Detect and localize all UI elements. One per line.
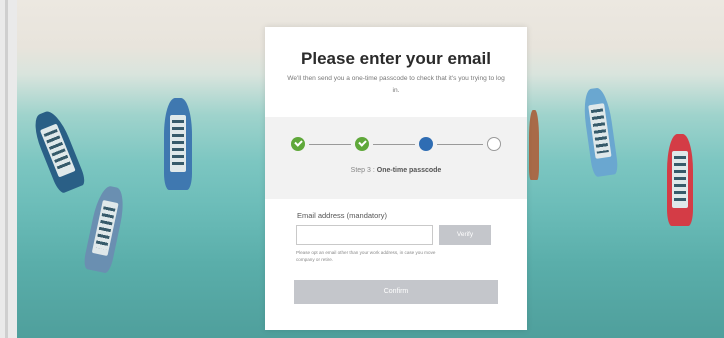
page-subtitle: We'll then send you a one-time passcode … (287, 75, 505, 94)
step-1-check-icon (291, 137, 305, 151)
current-step-name: One-time passcode (376, 167, 442, 174)
boat-image (581, 86, 619, 178)
step-4-empty-circle-icon (487, 137, 501, 151)
window-edge (0, 0, 17, 338)
boat-image (529, 110, 539, 180)
confirm-button[interactable]: Confirm (294, 280, 498, 304)
step-connector (437, 144, 483, 145)
step-2-check-icon (355, 137, 369, 151)
step-caption: Step 3 : One-time passcode (350, 167, 442, 174)
step-connector (309, 144, 351, 145)
progress-stepper: Step 3 : One-time passcode (265, 117, 527, 199)
scrollbar-track[interactable] (5, 0, 8, 338)
boat-image (667, 134, 693, 226)
email-label: Email address (mandatory) (297, 211, 388, 220)
boat-image (82, 184, 128, 274)
boat-image (164, 98, 192, 190)
step-connector (373, 144, 415, 145)
verify-button[interactable]: Verify (439, 225, 491, 245)
email-input[interactable] (296, 225, 433, 245)
boat-image (28, 107, 88, 195)
card-header: Please enter your email We'll then send … (265, 27, 527, 117)
login-card: Please enter your email We'll then send … (265, 27, 527, 330)
email-hint: Please opt an email other than your work… (296, 250, 436, 262)
step-3-current-icon (419, 137, 433, 151)
page-title: Please enter your email (301, 49, 491, 68)
